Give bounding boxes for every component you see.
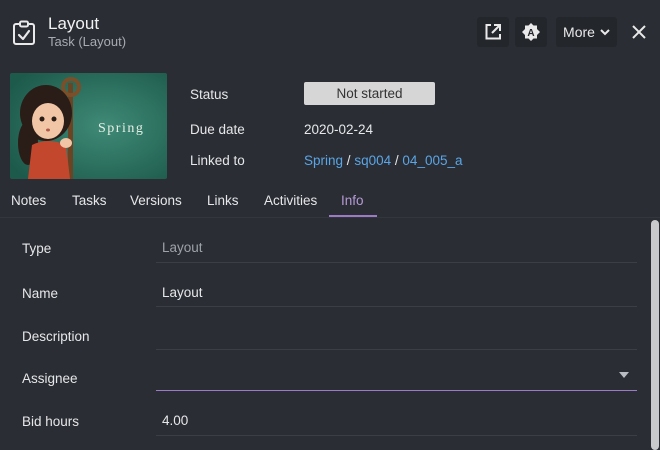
type-underline bbox=[156, 262, 637, 263]
tab-links[interactable]: Links bbox=[207, 193, 239, 208]
tab-notes[interactable]: Notes bbox=[11, 193, 46, 208]
assignee-underline bbox=[156, 390, 637, 391]
close-icon bbox=[632, 25, 646, 39]
dropdown-caret-icon[interactable] bbox=[619, 372, 629, 378]
status-badge[interactable]: Not started bbox=[304, 82, 435, 105]
tab-bar: Notes Tasks Versions Links Activities In… bbox=[0, 184, 660, 218]
thumbnail-image: Spring bbox=[10, 73, 167, 179]
tab-tasks[interactable]: Tasks bbox=[72, 193, 107, 208]
link-separator: / bbox=[346, 153, 351, 168]
due-date-value: 2020-02-24 bbox=[304, 122, 374, 137]
bid-hours-input[interactable]: 4.00 bbox=[162, 413, 188, 428]
assignee-select[interactable] bbox=[162, 370, 612, 388]
linked-to-label: Linked to bbox=[190, 153, 245, 168]
asset-icon: A bbox=[522, 23, 540, 41]
scrollbar-thumb[interactable] bbox=[651, 220, 659, 450]
open-external-icon bbox=[485, 24, 501, 40]
bid-hours-label: Bid hours bbox=[22, 414, 80, 429]
link-sequence[interactable]: sq004 bbox=[354, 153, 391, 168]
type-value: Layout bbox=[162, 240, 203, 255]
chevron-down-icon bbox=[600, 28, 610, 35]
tab-versions[interactable]: Versions bbox=[130, 193, 182, 208]
name-label: Name bbox=[22, 286, 59, 301]
description-underline bbox=[156, 349, 637, 350]
task-clipboard-icon bbox=[13, 20, 35, 45]
type-label: Type bbox=[22, 241, 52, 256]
bid-hours-underline bbox=[156, 435, 637, 436]
more-button-label: More bbox=[563, 24, 595, 40]
thumbnail-caption: Spring bbox=[98, 121, 144, 136]
name-input[interactable]: Layout bbox=[162, 285, 203, 300]
status-label: Status bbox=[190, 87, 229, 102]
due-date-label: Due date bbox=[190, 122, 245, 137]
header: Layout Task (Layout) A More bbox=[0, 0, 660, 62]
page-title: Layout bbox=[48, 14, 100, 33]
close-button[interactable] bbox=[626, 17, 652, 47]
link-project[interactable]: Spring bbox=[304, 153, 343, 168]
description-label: Description bbox=[22, 329, 90, 344]
assignee-label: Assignee bbox=[22, 371, 78, 386]
open-external-button[interactable] bbox=[477, 17, 509, 47]
tab-info[interactable]: Info bbox=[341, 193, 364, 208]
link-separator: / bbox=[394, 153, 399, 168]
description-input[interactable] bbox=[162, 328, 632, 346]
page-subtitle: Task (Layout) bbox=[48, 34, 127, 49]
svg-text:A: A bbox=[527, 28, 534, 39]
tab-divider bbox=[0, 217, 660, 218]
linked-to-breadcrumb: Spring / sq004 / 04_005_a bbox=[304, 153, 463, 168]
link-shot[interactable]: 04_005_a bbox=[402, 153, 462, 168]
tab-activities[interactable]: Activities bbox=[264, 193, 317, 208]
more-button[interactable]: More bbox=[556, 17, 617, 47]
name-underline bbox=[156, 306, 637, 307]
task-thumbnail[interactable]: Spring bbox=[10, 73, 167, 179]
asset-button[interactable]: A bbox=[515, 17, 547, 47]
